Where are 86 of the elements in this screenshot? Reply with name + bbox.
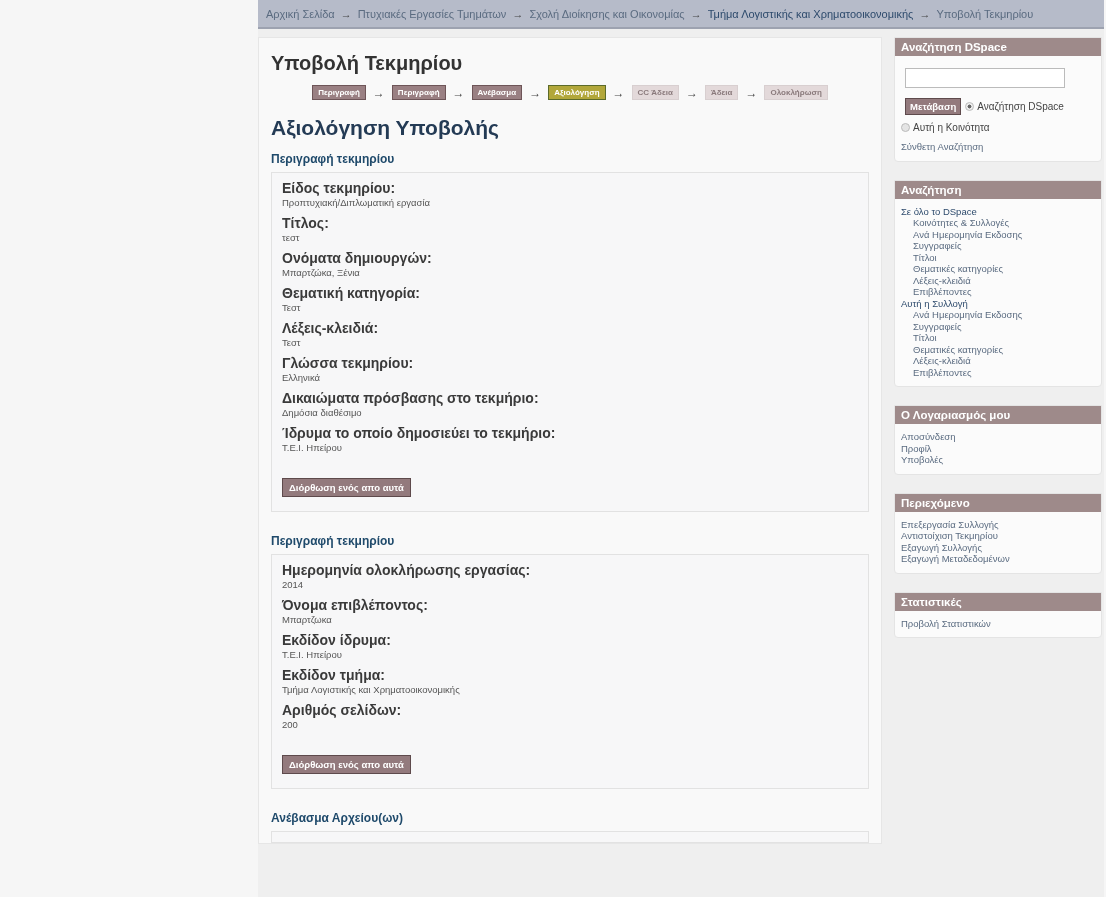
browse-link[interactable]: Τίτλοι <box>901 251 1095 263</box>
sidebar-link[interactable]: Αντιστοίχιση Τεκμηρίου <box>901 530 1095 542</box>
field-value: Τεστ <box>282 302 302 314</box>
field-label: Εκδίδον τμήμα: <box>282 667 386 684</box>
step-separator: → <box>685 85 698 100</box>
radio-label: Αυτή η Κοινότητα <box>913 122 990 133</box>
section-title: Περιγραφή τεκμηρίου <box>271 152 396 166</box>
section-heading: Αξιολόγηση Υποβολής <box>271 116 500 140</box>
panel-header: Αναζήτηση <box>895 180 1101 199</box>
browse-link[interactable]: Συγγραφείς <box>901 320 1095 332</box>
breadcrumb-link[interactable]: Πτυχιακές Εργασίες Τμημάτων <box>357 8 507 20</box>
field-value: Μπαρτζωκα <box>282 614 333 626</box>
breadcrumb-link[interactable]: Αρχική Σελίδα <box>266 8 335 20</box>
field-value: 200 <box>282 719 299 731</box>
field-label: Θεματική κατηγορία: <box>282 285 421 302</box>
browse-link[interactable]: Θεματικές κατηγορίες <box>901 343 1095 355</box>
breadcrumb-link[interactable]: Τμήμα Λογιστικής και Χρηματοοικονομικής <box>707 8 914 20</box>
sidebar-link[interactable]: Εξαγωγή Μεταδεδομένων <box>901 553 1095 565</box>
sidebar-link[interactable]: Υποβολές <box>901 454 1095 466</box>
step-separator: → <box>452 85 465 100</box>
search-field[interactable] <box>905 68 1065 88</box>
field-value: τεστ <box>282 232 301 244</box>
step-separator: → <box>612 85 625 100</box>
field-value: Τμήμα Λογιστικής και Χρηματοοικονομικής <box>282 684 461 696</box>
breadcrumb-separator: → <box>512 8 524 20</box>
step-separator: → <box>529 85 542 100</box>
field-value: Ελληνικά <box>282 372 322 384</box>
section-title: Ανέβασμα Αρχείου(ων) <box>271 811 404 825</box>
field-value: Μπαρτζώκα, Ξένια <box>282 267 361 279</box>
field-label: Γλώσσα τεκμηρίου: <box>282 355 415 372</box>
radio-button[interactable] <box>965 102 975 111</box>
radio-label: Αναζήτηση DSpace <box>977 101 1064 112</box>
browse-link[interactable]: Τίτλοι <box>901 332 1095 344</box>
browse-link[interactable]: Ανά Ημερομηνία Εκδοσης <box>901 228 1095 240</box>
panel-header: Ο Λογαριασμός μου <box>895 406 1101 424</box>
browse-link[interactable]: Επιβλέποντες <box>901 366 1095 378</box>
progress-step[interactable]: Ανέβασμα <box>471 85 523 100</box>
field-value: Δημόσια διαθέσιμο <box>282 407 363 419</box>
progress-step[interactable]: Περιγραφή <box>391 85 446 100</box>
field-label: Όνομα επιβλέποντος: <box>282 597 429 614</box>
field-value: Τ.Ε.Ι. Ηπείρου <box>282 442 343 454</box>
advanced-search-link[interactable]: Σύνθετη Αναζήτηση <box>901 141 1095 153</box>
field-label: Τίτλος: <box>282 215 330 232</box>
sidebar-link[interactable]: Προφίλ <box>901 442 1095 454</box>
go-button[interactable]: Μετάβαση <box>905 98 962 115</box>
field-value: Τ.Ε.Ι. Ηπείρου <box>282 649 343 661</box>
field-label: Αριθμός σελίδων: <box>282 702 403 719</box>
breadcrumb-link[interactable]: Σχολή Διοίκησης και Οικονομίας <box>529 8 685 20</box>
step-separator: → <box>745 85 758 100</box>
breadcrumb-separator: → <box>690 8 702 20</box>
sidebar-link[interactable]: Επεξεργασία Συλλογής <box>901 518 1095 530</box>
breadcrumb-separator: → <box>919 8 931 20</box>
sidebar-link[interactable]: Αποσύνδεση <box>901 431 1095 443</box>
field-label: Δικαιώματα πρόσβασης στο τεκμήριο: <box>282 390 540 407</box>
edit-button[interactable]: Διόρθωση ενός απο αυτά <box>282 478 411 497</box>
field-label: Λέξεις-κλειδιά: <box>282 320 380 337</box>
sidebar-link[interactable]: Εξαγωγή Συλλογής <box>901 541 1095 553</box>
browse-link[interactable]: Επιβλέποντες <box>901 286 1095 298</box>
browse-link[interactable]: Συγγραφείς <box>901 240 1095 252</box>
field-label: Ίδρυμα το οποίο δημοσιεύει το τεκμήριο: <box>282 425 557 442</box>
progress-step[interactable]: Περιγραφή <box>312 85 366 100</box>
field-label: Ημερομηνία ολοκλήρωσης εργασίας: <box>282 562 532 579</box>
field-value: 2014 <box>282 579 305 591</box>
sidebar-link[interactable]: Προβολή Στατιστικών <box>901 617 1095 629</box>
step-separator: → <box>372 85 385 100</box>
field-value: Προπτυχιακή/Διπλωματική εργασία <box>282 197 432 209</box>
panel-header: Αναζήτηση DSpace <box>895 38 1101 56</box>
browse-group-link[interactable]: Αυτή η Συλλογή <box>901 297 1095 309</box>
field-value: Τεστ <box>282 337 302 349</box>
panel-header: Στατιστικές <box>895 592 1101 611</box>
panel-header: Περιεχόμενο <box>895 493 1101 512</box>
breadcrumb-separator: → <box>340 8 352 20</box>
breadcrumb-link[interactable]: Υποβολή Τεκμηρίου <box>936 8 1034 20</box>
browse-group-link[interactable]: Σε όλο το DSpace <box>901 205 1095 217</box>
browse-link[interactable]: Ανά Ημερομηνία Εκδοσης <box>901 309 1095 321</box>
browse-link[interactable]: Λέξεις-κλειδιά <box>901 355 1095 367</box>
field-label: Είδος τεκμηρίου: <box>282 180 397 197</box>
field-label: Ονόματα δημιουργών: <box>282 250 433 267</box>
field-label: Εκδίδον ίδρυμα: <box>282 632 392 649</box>
browse-link[interactable]: Λέξεις-κλειδιά <box>901 274 1095 286</box>
page-title: Υποβολή Τεκμηρίου <box>271 52 464 75</box>
browse-link[interactable]: Θεματικές κατηγορίες <box>901 263 1095 275</box>
edit-button[interactable]: Διόρθωση ενός απο αυτά <box>282 755 411 774</box>
section-title: Περιγραφή τεκμηρίου <box>271 534 396 548</box>
browse-link[interactable]: Κοινότητες & Συλλογές <box>901 217 1095 229</box>
radio-button[interactable] <box>901 123 910 132</box>
